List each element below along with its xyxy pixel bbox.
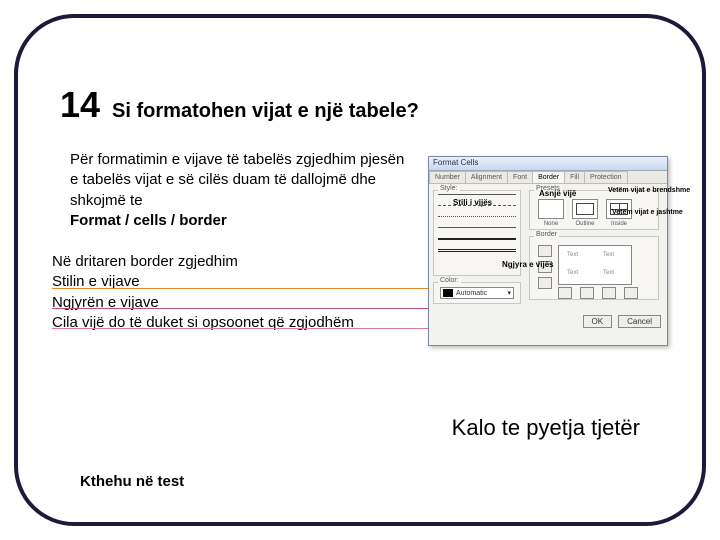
line-style-option[interactable] xyxy=(438,216,516,224)
preview-text: Text xyxy=(567,270,578,276)
border-label: Border xyxy=(534,231,559,238)
color-dropdown[interactable]: Automatic ▾ xyxy=(440,287,514,299)
border-edge-button[interactable] xyxy=(538,245,552,257)
preview-text: Text xyxy=(603,270,614,276)
preview-text: Text xyxy=(603,252,614,258)
callout-inner: Vetëm vijat e brendshme xyxy=(608,187,690,194)
intro-text: Për formatimin e vijave të tabelës zgjed… xyxy=(70,151,404,209)
slide: 14 Si formatohen vijat e një tabele? Për… xyxy=(0,0,720,540)
dialog-footer: OK Cancel xyxy=(583,315,661,328)
line-group-label: Style: xyxy=(438,185,460,192)
steps-item-3: Cila vijë do të duket si opsoonet që zgj… xyxy=(52,313,432,333)
color-group: Color: Automatic ▾ xyxy=(433,282,521,304)
ok-button[interactable]: OK xyxy=(583,315,613,328)
heading-title: Si formatohen vijat e një tabele? xyxy=(112,100,419,123)
heading-number: 14 xyxy=(60,84,100,126)
tab-protection[interactable]: Protection xyxy=(584,171,628,183)
intro-paragraph: Për formatimin e vijave të tabelës zgjed… xyxy=(70,150,410,231)
tab-font[interactable]: Font xyxy=(507,171,533,183)
tab-border[interactable]: Border xyxy=(532,171,565,183)
back-to-test-link[interactable]: Kthehu në test xyxy=(80,473,184,490)
color-swatch xyxy=(443,289,453,297)
border-edge-button[interactable] xyxy=(580,287,594,299)
next-question-link[interactable]: Kalo te pyetja tjetër xyxy=(452,415,640,441)
preset-cap-inside: Inside xyxy=(604,221,634,227)
line-style-option[interactable] xyxy=(438,227,516,235)
preset-none[interactable] xyxy=(538,199,564,219)
cancel-button[interactable]: Cancel xyxy=(618,315,661,328)
callout-outer: Vetëm vijat e jashtme xyxy=(612,209,683,216)
preview-text: Text xyxy=(567,252,578,258)
color-value: Automatic xyxy=(453,290,507,297)
preset-outline[interactable] xyxy=(572,199,598,219)
dialog-title: Format Cells xyxy=(429,157,667,171)
heading: 14 Si formatohen vijat e një tabele? xyxy=(60,84,419,126)
border-preview: Text Text Text Text xyxy=(558,245,632,285)
tab-fill[interactable]: Fill xyxy=(564,171,585,183)
border-edge-button[interactable] xyxy=(624,287,638,299)
tab-alignment[interactable]: Alignment xyxy=(465,171,508,183)
border-edge-button[interactable] xyxy=(558,287,572,299)
callout-color: Ngjyra e vijës xyxy=(502,260,554,269)
tab-number[interactable]: Number xyxy=(429,171,466,183)
steps-lead: Në dritaren border zgjedhim xyxy=(52,252,432,272)
steps-list: Në dritaren border zgjedhim Stilin e vij… xyxy=(52,252,432,333)
border-edge-button[interactable] xyxy=(602,287,616,299)
color-label: Color: xyxy=(438,277,461,284)
dialog-tabs: Number Alignment Font Border Fill Protec… xyxy=(429,171,667,184)
pointer-line-2 xyxy=(52,308,492,309)
callout-none: Asnjë vijë xyxy=(539,189,576,198)
chevron-down-icon: ▾ xyxy=(507,289,511,297)
line-style-option[interactable] xyxy=(438,249,516,257)
steps-item-1: Stilin e vijave xyxy=(52,272,432,292)
preset-cap-outline: Outline xyxy=(570,221,600,227)
border-edge-button[interactable] xyxy=(538,277,552,289)
steps-item-2: Ngjyrën e vijave xyxy=(52,293,432,313)
intro-path: Format / cells / border xyxy=(70,212,227,229)
pointer-line-1 xyxy=(52,288,444,289)
format-cells-dialog: Format Cells Number Alignment Font Borde… xyxy=(428,156,668,346)
callout-style: Stili i vijës xyxy=(453,198,492,207)
line-style-option[interactable] xyxy=(438,238,516,246)
preset-cap-none: None xyxy=(536,221,566,227)
